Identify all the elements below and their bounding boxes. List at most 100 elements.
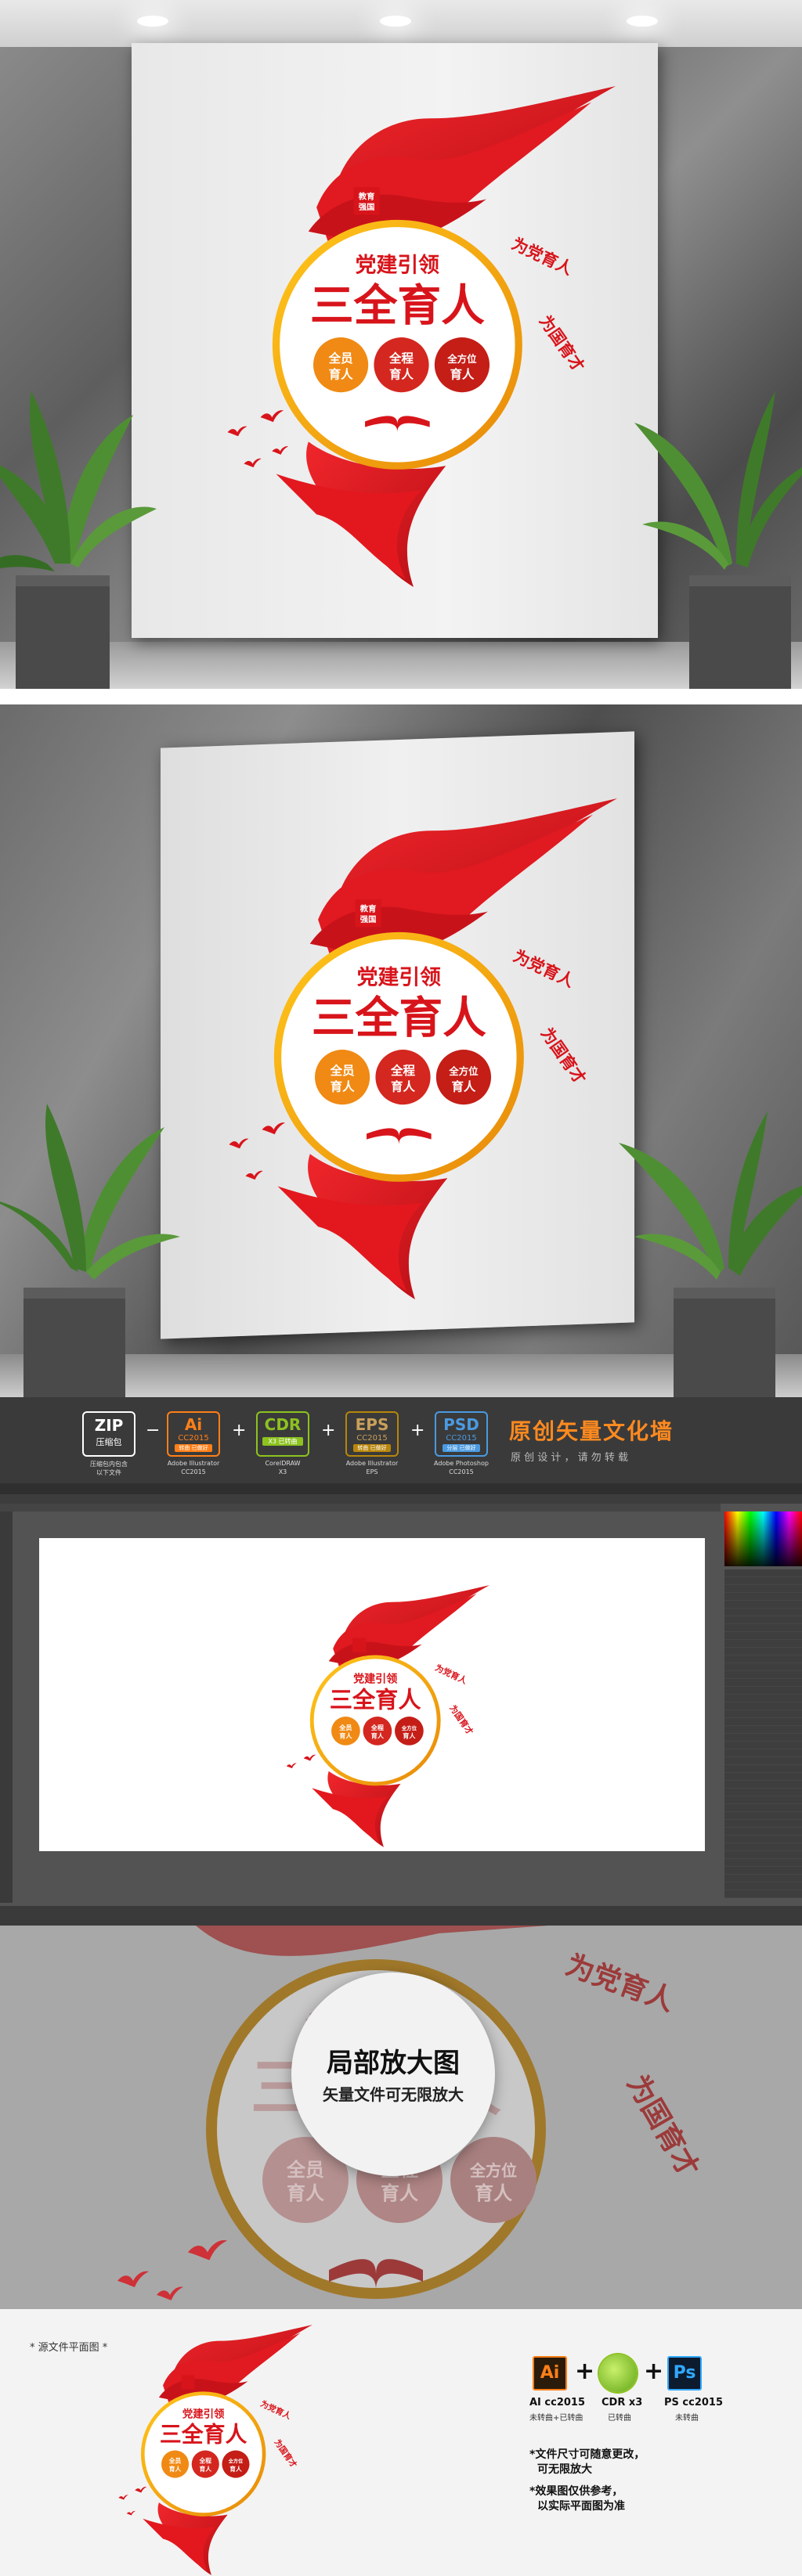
ps-version-note: 未转曲 (675, 2414, 699, 2423)
psd-version: CC2015 (446, 1434, 477, 1443)
potted-plant-left (0, 391, 157, 689)
cdr-tag: CDR (264, 1415, 302, 1434)
seal-text-1: 教育 (359, 904, 377, 914)
arc-text-1: 为党育人 (511, 946, 577, 991)
circle-2-text-2: 育人 (389, 367, 414, 382)
svg-text:为国育才: 为国育才 (447, 1702, 475, 1737)
source-label: * 源文件平面图 * (30, 2342, 108, 2354)
psd-label-2: CC2015 (449, 1468, 474, 1475)
separator: − (146, 1421, 161, 1440)
culture-wall-artwork: 教育 强国 党建引领 三全育人 全员 育人 全程 育人 全方位 育人 为党育人 … (229, 798, 619, 1299)
eps-label-2: EPS (366, 1468, 378, 1475)
svg-text:三全育人: 三全育人 (160, 2422, 247, 2448)
plus-sign: + (575, 2358, 595, 2385)
source-file-section: * 源文件平面图 * 党建引领 三全育人 全员 育人 全程 育人 全方位 育人 … (0, 2309, 802, 2576)
circle-1-text-1: 全员 (328, 351, 353, 366)
eps-sub: 转曲 已做好 (353, 1444, 391, 1452)
menu-bar[interactable] (0, 1483, 802, 1494)
circle-quanfangwei (434, 337, 490, 393)
svg-text:为党育人: 为党育人 (259, 2398, 294, 2422)
zoom-arc-text-1: 为党育人 (562, 1949, 678, 2018)
circle-1-text-2: 育人 (329, 367, 353, 382)
illustrator-workspace: 党建引领 三全育人 全员 育人 全程 育人 全方位 育人 为党育人 为国育才 (0, 1483, 802, 1926)
plus-sign: + (644, 2358, 664, 2385)
circle-3-text-2: 育人 (450, 367, 474, 382)
potted-plant-left (0, 1104, 180, 1397)
artwork-title: 三全育人 (310, 280, 485, 331)
circle-3-text-1: 全方位 (446, 353, 477, 365)
ai-version-label: AI cc2015 (529, 2397, 586, 2408)
circle-2-text-2: 育人 (391, 1079, 415, 1094)
ai-badge: Ai CC2015 转曲 已做好 (167, 1411, 220, 1457)
source-artwork: 党建引领 三全育人 全员 育人 全程 育人 全方位 育人 为党育人 为国育才 (118, 2325, 321, 2575)
svg-text:为国育才: 为国育才 (273, 2437, 299, 2470)
psd-badge: PSD CC2015 分层 已做好 (435, 1411, 488, 1457)
arc-text-2: 为国育才 (537, 1024, 590, 1087)
note-2-line-1: *效果图仅供参考， (529, 2485, 623, 2498)
eps-badge: EPS CC2015 转曲 已做好 (345, 1411, 399, 1457)
color-panel-shade (724, 1511, 802, 1566)
artwork-title: 三全育人 (330, 1687, 421, 1713)
ai-tag: Ai (184, 1415, 203, 1434)
artboard-artwork: 党建引领 三全育人 全员 育人 全程 育人 全方位 育人 为党育人 为国育才 (286, 1585, 490, 1847)
svg-text:育人: 育人 (475, 2182, 512, 2204)
circle-2-text-1: 全程 (390, 1063, 415, 1078)
svg-text:全员: 全员 (168, 2457, 182, 2465)
artwork-title: 三全育人 (312, 993, 486, 1043)
artwork-subtitle: 党建引领 (356, 253, 439, 277)
ai-app-icon: Ai (533, 2356, 567, 2390)
svg-text:育人: 育人 (403, 1732, 416, 1740)
circle-3-text-2: 育人 (451, 1079, 475, 1094)
arc-text-1: 为党育人 (509, 234, 576, 279)
ps-app-icon: Ps (667, 2356, 702, 2390)
svg-text:育人: 育人 (287, 2182, 324, 2204)
seal-stamp (352, 1637, 367, 1652)
note-2-line-2: 以实际平面图为准 (537, 2500, 625, 2513)
svg-text:育人: 育人 (200, 2465, 212, 2473)
ai-sub: 转曲 已做好 (175, 1444, 212, 1452)
cdr-label-1: CorelDRAW (265, 1460, 301, 1467)
mockup-scene-2: 教育 强国 党建引领 三全育人 全员 育人 全程 育人 全方位 育人 为党育人 … (0, 689, 802, 1397)
svg-text:为党育人: 为党育人 (434, 1662, 469, 1686)
artwork-subtitle: 党建引领 (357, 965, 441, 989)
cdr-app-icon (599, 2354, 637, 2392)
tab-bar[interactable] (0, 1504, 721, 1511)
potted-plant-right (634, 391, 802, 689)
brand-subtitle: 原 创 设 计 ， 请 勿 转 载 (511, 1452, 629, 1464)
zoom-lens: 局部放大图 矢量文件可无限放大 (291, 1973, 495, 2176)
psd-sub: 分层 已做好 (443, 1444, 480, 1452)
tools-panel[interactable] (0, 1511, 13, 1903)
svg-text:育人: 育人 (229, 2465, 242, 2473)
circle-quanfangwei (435, 1050, 492, 1105)
layers-panel[interactable] (724, 1569, 802, 1898)
zip-note-2: 以下文件 (96, 1469, 121, 1476)
svg-text:全员: 全员 (286, 2159, 324, 2181)
separator: + (410, 1421, 425, 1440)
ai-label-2: CC2015 (181, 1468, 206, 1475)
eps-label-1: Adobe Illustrator (345, 1460, 399, 1467)
note-1-line-2: 可无限放大 (537, 2463, 592, 2476)
circle-1-text-1: 全员 (330, 1063, 355, 1078)
artwork-subtitle: 党建引领 (353, 1672, 397, 1685)
culture-wall-artwork: 教育 强国 党建引领 三全育人 全员 育人 全程 育人 全方位 育人 为党育人 … (227, 86, 633, 587)
cdr-label-2: X3 (278, 1468, 287, 1475)
eps-version: CC2015 (356, 1434, 388, 1443)
svg-text:全方位: 全方位 (469, 2161, 517, 2180)
zoom-detail: 党建引领 三全育人 全员 育人 全程 育人 全方位 育人 为党育人 为国育才 局… (0, 1926, 802, 2309)
spotlight (137, 16, 168, 27)
potted-plant-right (619, 1111, 802, 1397)
circle-1-text-2: 育人 (331, 1079, 355, 1094)
circle-2-text-1: 全程 (388, 351, 414, 366)
seal-text-2: 强国 (360, 915, 377, 924)
eps-tag: EPS (355, 1415, 389, 1434)
format-bar: ZIP 压缩包 压缩包内包含 以下文件 − Ai CC2015 转曲 已做好 A… (0, 1397, 802, 1483)
svg-text:全程: 全程 (199, 2457, 212, 2465)
mockup-scene-1: 教育 强国 党建引领 三全育人 全员 育人 全程 育人 全方位 育人 为党育人 … (0, 0, 802, 689)
cdr-badge: CDR X3 已转曲 (256, 1411, 309, 1457)
spotlight (627, 16, 658, 27)
zoom-arc-text-2: 为国育才 (620, 2070, 705, 2183)
psd-label-1: Adobe Photoshop (434, 1460, 489, 1467)
control-bar[interactable] (0, 1494, 802, 1504)
seal-text-1: 教育 (358, 192, 375, 202)
svg-text:全方位: 全方位 (228, 2459, 244, 2465)
